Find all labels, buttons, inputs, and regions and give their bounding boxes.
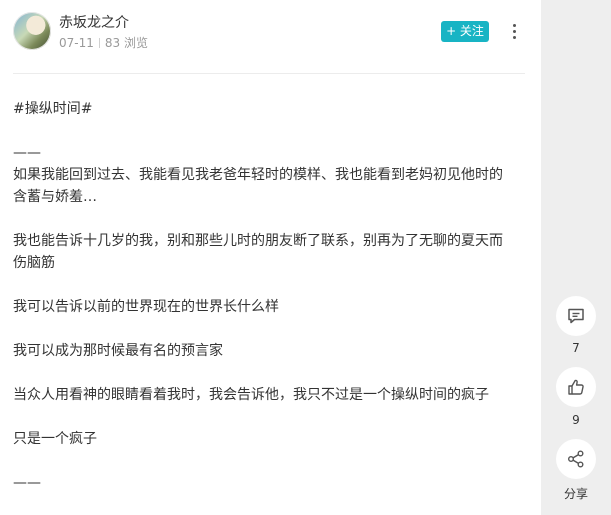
post-line: —— — [13, 475, 41, 491]
header-divider — [13, 73, 525, 74]
post-line: #操纵时间# — [13, 101, 93, 117]
avatar[interactable] — [13, 12, 51, 50]
post-line: 如果我能回到过去、我能看见我老爸年轻时的模样、我也能看到老妈初见他时的 — [13, 167, 503, 183]
view-count: 83 浏览 — [104, 36, 148, 50]
like-button[interactable] — [556, 367, 596, 407]
post-content: #操纵时间# —— 如果我能回到过去、我能看见我老爸年轻时的模样、我也能看到老妈… — [13, 98, 525, 494]
author-name[interactable]: 赤坂龙之介 — [59, 12, 129, 32]
post-line: 我也能告诉十几岁的我，别和那些儿时的朋友断了联系，别再为了无聊的夏天而 — [13, 233, 503, 249]
share-label[interactable]: 分享 — [541, 485, 611, 502]
post-line: 含蓄与娇羞… — [13, 189, 97, 205]
post-line: 伤脑筋 — [13, 255, 55, 271]
post-line: 我可以成为那时候最有名的预言家 — [13, 343, 223, 359]
comment-count: 7 — [572, 341, 580, 355]
post-meta: 07-11 83 浏览 — [59, 34, 148, 51]
like-count: 9 — [572, 413, 580, 427]
post-date: 07-11 — [59, 36, 94, 50]
comment-icon — [568, 308, 584, 324]
post-panel: 赤坂龙之介 07-11 83 浏览 + 关注 #操纵时间# —— 如果我能回到过去… — [0, 0, 541, 515]
share-icon — [568, 450, 584, 468]
post-line: 当众人用看神的眼睛看着我时，我会告诉他，我只不过是一个操纵时间的疯子 — [13, 387, 489, 403]
post-line: 只是一个疯子 — [13, 431, 97, 447]
comment-button[interactable] — [556, 296, 596, 336]
meta-divider — [98, 38, 100, 48]
action-sidebar — [541, 0, 611, 515]
thumbs-up-icon — [568, 379, 584, 395]
share-button[interactable] — [556, 439, 596, 479]
post-line: 我可以告诉以前的世界现在的世界长什么样 — [13, 299, 279, 315]
more-options-icon[interactable] — [508, 21, 522, 41]
follow-button[interactable]: + 关注 — [441, 21, 489, 42]
post-line: —— — [13, 145, 41, 161]
